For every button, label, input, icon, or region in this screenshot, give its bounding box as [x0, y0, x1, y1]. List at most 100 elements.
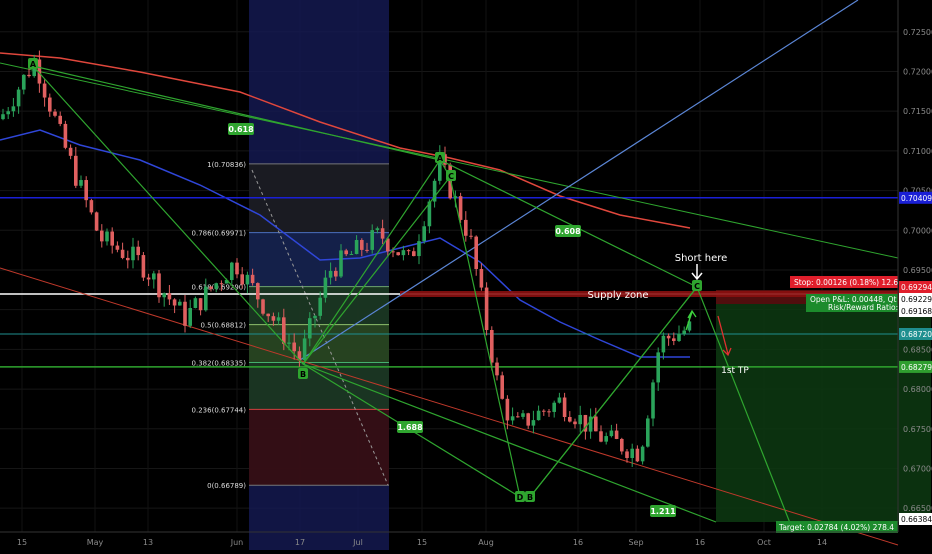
candle-body [339, 250, 343, 277]
candle-body [484, 287, 489, 330]
candle-body [146, 277, 151, 280]
fib-level-label: 1(0.70836) [207, 161, 246, 169]
pattern-point-label: C [694, 282, 700, 291]
candle-body [68, 147, 73, 156]
candle-body [599, 431, 603, 442]
candle-body [318, 297, 322, 316]
x-tick-label: 15 [417, 538, 427, 547]
candle-body [115, 245, 120, 250]
candle-body [1, 114, 5, 120]
candle-body [27, 74, 31, 77]
candle-body [406, 250, 411, 252]
chart-root: 1(0.70836) 0.786(0.69971) 0.618(0.69290) 0.… [0, 0, 932, 550]
candle-body [136, 246, 140, 256]
candle-body [323, 277, 328, 298]
candle-body [120, 249, 125, 258]
candle-body [79, 180, 83, 186]
candle-body [682, 330, 686, 334]
candle-body [609, 430, 614, 437]
x-tick-label: 13 [143, 538, 153, 547]
x-tick-label: 17 [295, 538, 305, 547]
candle-body [640, 446, 645, 462]
candle-body [625, 451, 629, 458]
candle-body [354, 240, 359, 255]
candle-body [11, 106, 16, 112]
candle-body [334, 270, 338, 277]
candle-body [16, 89, 21, 107]
candle-body [328, 270, 333, 278]
first-tp-label: 1st TP [721, 366, 749, 376]
candle-body [287, 342, 291, 344]
y-tick-label: 0.68000 [903, 385, 932, 394]
candle-body [672, 338, 676, 341]
candle-body [209, 286, 213, 289]
price-label-text: 0.66384 [901, 515, 932, 524]
fib-band [249, 409, 389, 486]
candle-body [370, 230, 374, 250]
candle-body [557, 397, 562, 403]
candle-body [666, 335, 671, 339]
candle-body [84, 180, 88, 201]
candle-body [635, 448, 640, 462]
candle-body [94, 212, 99, 231]
candle-body [172, 299, 177, 306]
candle-body [651, 382, 655, 419]
supply-zone-label: Supply zone [587, 290, 648, 301]
candle-body [552, 402, 556, 412]
candle-body [74, 155, 78, 186]
candle-body [240, 274, 244, 285]
price-label-text: 0.69294 [901, 283, 932, 292]
stop-label: Stop: 0.00126 (0.18%) 12.6 [794, 278, 898, 287]
ratio-label: 0.618 [228, 125, 254, 134]
y-tick-label: 0.71500 [903, 107, 932, 116]
candle-body [42, 83, 47, 98]
fib-level-label: 0.5(0.68812) [200, 322, 246, 330]
candle-body [677, 333, 681, 341]
candle-body [594, 416, 598, 432]
candle-body [516, 416, 520, 418]
candle-body [380, 228, 385, 239]
candle-body [266, 313, 270, 317]
candle-body [646, 418, 650, 447]
y-tick-label: 0.67000 [903, 464, 932, 473]
candle-body [396, 252, 400, 256]
candle-body [131, 246, 135, 261]
candle-body [245, 274, 250, 285]
risk-reward-label: Risk/Reward Ratio: [828, 303, 898, 312]
candle-body [562, 397, 567, 418]
ratio-label: 0.608 [555, 227, 581, 236]
candle-body [230, 262, 234, 281]
ratio-label: 1.211 [650, 507, 676, 516]
candle-body [661, 335, 666, 353]
candle-body [604, 436, 608, 442]
candle-body [401, 250, 406, 256]
candle-body [526, 413, 530, 426]
x-tick-label: Aug [478, 538, 494, 547]
price-label-text: 0.69229 [901, 295, 932, 304]
target-label: Target: 0.02784 (4.02%) 278.4 [778, 523, 894, 532]
candle-body [495, 362, 499, 376]
candle-body [58, 115, 62, 124]
candle-body [188, 308, 192, 326]
candle-body [110, 231, 114, 246]
candle-body [141, 255, 146, 278]
candle-body [479, 268, 484, 288]
candle-body [474, 236, 478, 269]
candle-body [6, 111, 10, 115]
pattern-point-label: D [517, 493, 524, 502]
candle-body [375, 228, 380, 231]
candle-body [235, 262, 239, 275]
candle-body [308, 318, 312, 339]
y-tick-label: 0.69500 [903, 266, 932, 275]
candle-body [271, 316, 276, 321]
y-tick-label: 0.72000 [903, 67, 932, 76]
candle-body [167, 293, 172, 300]
candle-body [126, 257, 130, 261]
y-tick-label: 0.72500 [903, 28, 932, 37]
candle-body [542, 410, 546, 412]
candle-body [458, 196, 463, 220]
pattern-point-label: B [527, 493, 533, 502]
price-chart[interactable]: 1(0.70836) 0.786(0.69971) 0.618(0.69290) 0.… [0, 0, 932, 550]
candle-body [464, 219, 468, 236]
target-zone [716, 304, 931, 522]
